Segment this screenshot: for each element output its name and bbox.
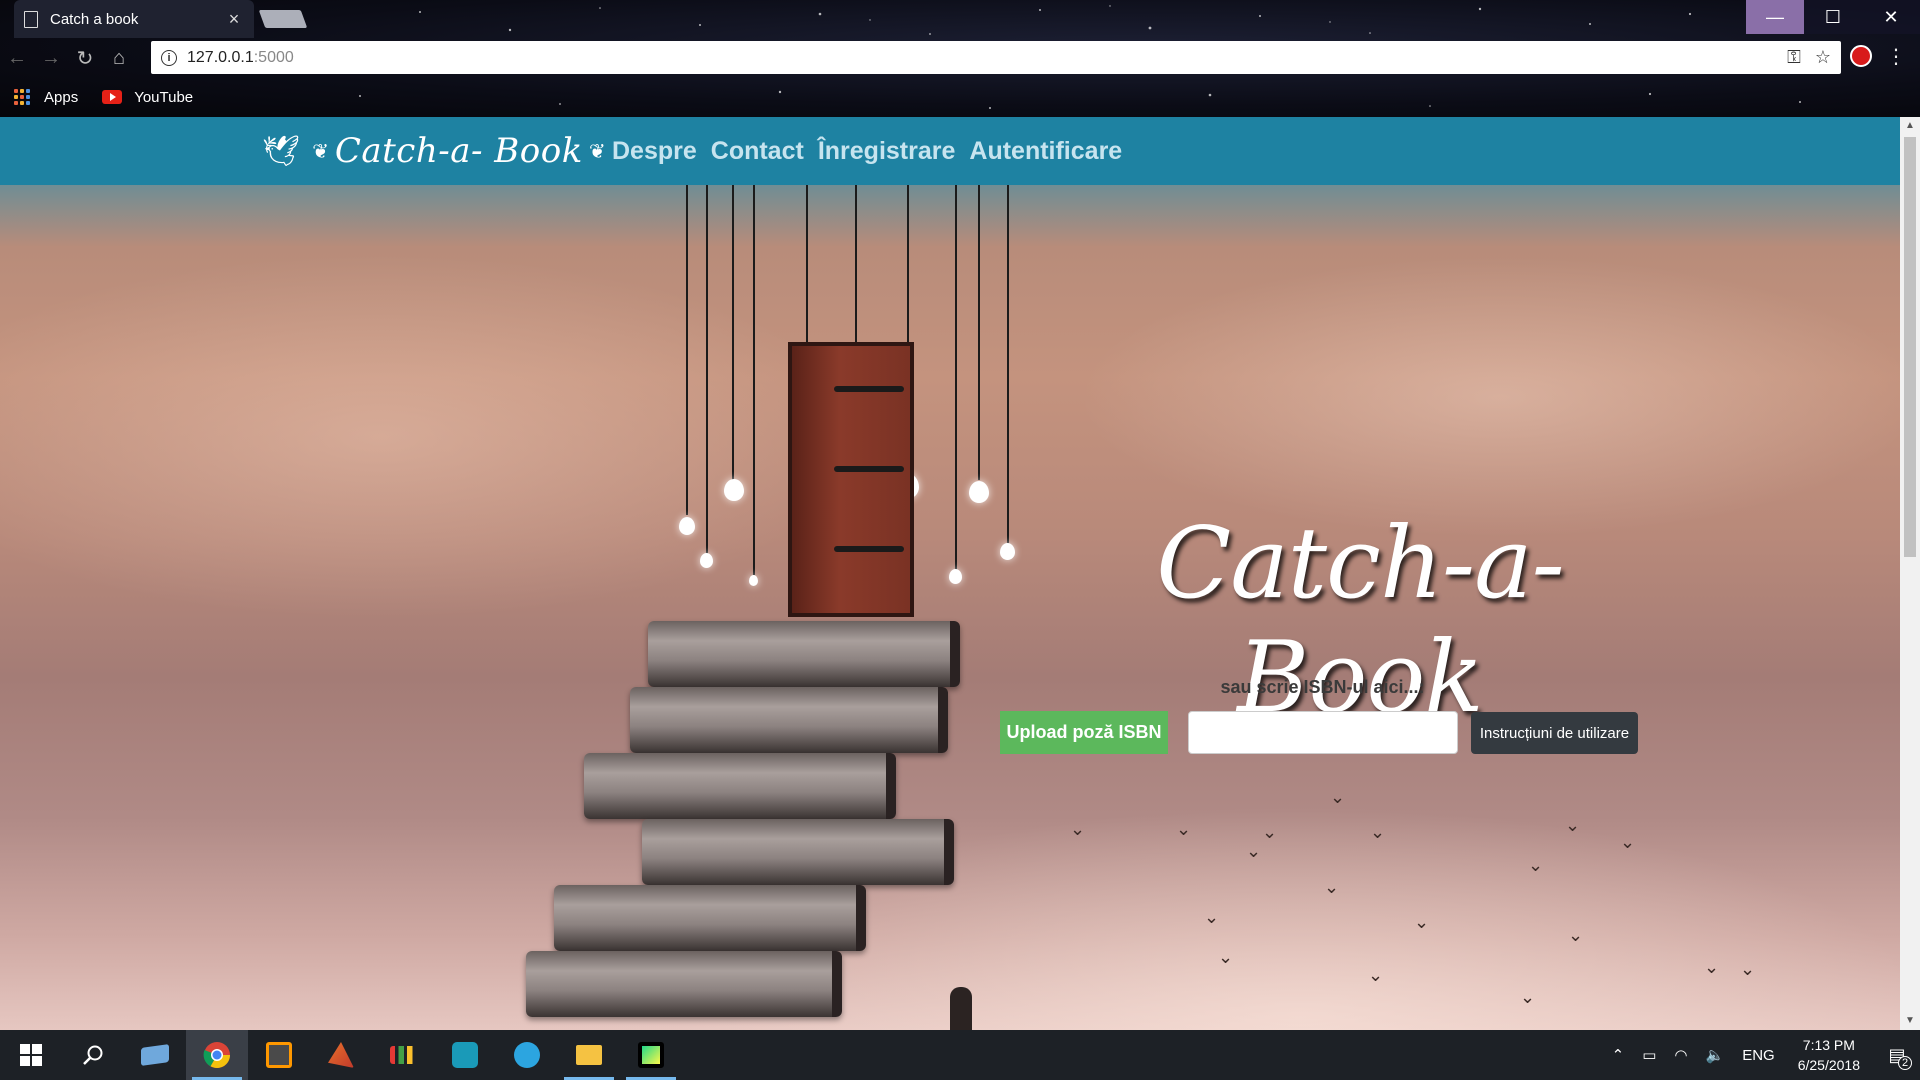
bookmark-label: YouTube [134, 88, 194, 106]
page-icon [24, 10, 38, 28]
windows-taskbar: ⌃ ▭ ◠ 🔈 ENG 7:13 PM 6/25/2018 ▤ 2 [0, 1030, 1920, 1080]
url-port: :5000 [253, 48, 294, 66]
isbn-input[interactable] [1188, 711, 1458, 754]
taskbar-instagram[interactable] [434, 1030, 496, 1080]
door-illustration [788, 342, 914, 617]
hero-background: ⌄ ⌄ ⌄ ⌄ ⌄ ⌄ ⌄ ⌄ ⌄ ⌄ ⌄ ⌄ ⌄ ⌄ ⌄ ⌄ ⌄ ⌄ 🕊 ❦ … [0, 117, 1900, 1030]
taskbar-pycharm[interactable] [620, 1030, 682, 1080]
logo-text: Catch-a- Book [334, 131, 583, 171]
bookmark-apps[interactable]: Apps [14, 89, 78, 106]
browser-menu-icon[interactable]: ⋮ [1886, 44, 1906, 69]
scroll-down-arrow-icon[interactable]: ▼ [1900, 1012, 1920, 1030]
show-hidden-icons-chevron-icon[interactable]: ⌃ [1612, 1046, 1625, 1064]
home-icon[interactable]: ⌂ [102, 41, 136, 75]
main-nav: Despre Contact Înregistrare Autentificar… [612, 117, 1122, 185]
tab-close-icon[interactable]: × [224, 9, 244, 30]
volume-icon[interactable]: 🔈 [1706, 1046, 1725, 1064]
browser-chrome: Catch a book × — ☐ ✕ ← → ↻ ⌂ i 127.0.0.1… [0, 0, 1920, 117]
search-button[interactable] [62, 1030, 124, 1080]
bookmark-youtube[interactable]: YouTube [102, 89, 193, 106]
bar-chart-icon [390, 1046, 416, 1064]
site-navbar: 🕊 ❦ Catch-a- Book ❦ Despre Contact Înreg… [0, 117, 1900, 185]
swirl-ornament-icon: ❦ [312, 140, 329, 163]
bookmark-label: Apps [44, 88, 79, 106]
telegram-icon [514, 1042, 540, 1068]
nav-link-inregistrare[interactable]: Înregistrare [818, 137, 956, 166]
folder-icon [576, 1045, 602, 1065]
youtube-icon [102, 90, 123, 104]
new-tab-button[interactable] [258, 10, 308, 28]
search-icon [83, 1045, 103, 1065]
notification-count-badge: 2 [1898, 1056, 1912, 1070]
upload-isbn-photo-button[interactable]: Upload poză ISBN [1000, 711, 1168, 754]
close-window-button[interactable]: ✕ [1862, 0, 1920, 34]
clock-time: 7:13 PM [1802, 1037, 1855, 1053]
site-info-icon[interactable]: i [161, 49, 177, 66]
start-button[interactable] [0, 1030, 62, 1080]
site-logo[interactable]: 🕊 ❦ Catch-a- Book ❦ [262, 123, 612, 179]
swirl-ornament-icon: ❦ [588, 140, 606, 163]
isbn-hint-label: sau scrie ISBN-ul aici...: [1220, 677, 1425, 697]
window-controls: — ☐ ✕ [1746, 0, 1920, 34]
battery-icon[interactable]: ▭ [1642, 1046, 1656, 1064]
clock[interactable]: 7:13 PM 6/25/2018 [1798, 1035, 1860, 1075]
bird-logo-icon: 🕊 [262, 134, 301, 168]
scroll-up-arrow-icon[interactable]: ▲ [1900, 117, 1920, 135]
maximize-button[interactable]: ☐ [1804, 0, 1862, 34]
task-view-icon [141, 1044, 169, 1066]
page-scrollbar[interactable]: ▲ ▼ [1900, 117, 1920, 1030]
browser-toolbar: ← → ↻ ⌂ i 127.0.0.1 :5000 ⚿ ☆ ⋮ [0, 40, 1920, 76]
instagram-icon [452, 1042, 478, 1068]
action-center-button[interactable]: ▤ 2 [1874, 1030, 1920, 1080]
url-host: 127.0.0.1 [187, 48, 254, 66]
wifi-icon[interactable]: ◠ [1674, 1046, 1687, 1064]
address-bar[interactable]: i 127.0.0.1 :5000 ⚿ ☆ [151, 41, 1841, 74]
person-silhouette [950, 987, 972, 1030]
extension-icon[interactable] [1850, 45, 1872, 67]
forward-arrow-icon[interactable]: → [34, 41, 68, 75]
windows-logo-icon [20, 1044, 42, 1066]
matlab-icon [328, 1042, 354, 1068]
nav-link-autentificare[interactable]: Autentificare [969, 137, 1122, 166]
bookmarks-bar: Apps YouTube [0, 84, 203, 110]
taskbar-file-explorer[interactable] [558, 1030, 620, 1080]
bookmark-star-icon[interactable]: ☆ [1815, 47, 1831, 68]
taskbar-sublime-text[interactable] [248, 1030, 310, 1080]
hero-title: Catch-a-Book [1156, 507, 1564, 735]
back-arrow-icon[interactable]: ← [0, 41, 34, 75]
tab-title: Catch a book [50, 10, 139, 28]
reload-icon[interactable]: ↻ [68, 41, 102, 75]
page-viewport: ⌄ ⌄ ⌄ ⌄ ⌄ ⌄ ⌄ ⌄ ⌄ ⌄ ⌄ ⌄ ⌄ ⌄ ⌄ ⌄ ⌄ ⌄ 🕊 ❦ … [0, 117, 1900, 1030]
taskbar-chart-app[interactable] [372, 1030, 434, 1080]
taskbar-chrome[interactable] [186, 1030, 248, 1080]
nav-link-contact[interactable]: Contact [711, 137, 804, 166]
key-icon[interactable]: ⚿ [1787, 47, 1801, 68]
scrollbar-thumb[interactable] [1904, 137, 1916, 557]
sublime-text-icon [266, 1042, 292, 1068]
browser-tab[interactable]: Catch a book × [14, 0, 254, 38]
taskbar-telegram[interactable] [496, 1030, 558, 1080]
minimize-button[interactable]: — [1746, 0, 1804, 34]
taskbar-matlab[interactable] [310, 1030, 372, 1080]
nav-link-despre[interactable]: Despre [612, 137, 697, 166]
chrome-icon [203, 1042, 231, 1069]
clock-date: 6/25/2018 [1797, 1057, 1860, 1073]
system-tray: ⌃ ▭ ◠ 🔈 ENG 7:13 PM 6/25/2018 ▤ 2 [1603, 1030, 1920, 1080]
apps-grid-icon [14, 89, 30, 105]
task-view-button[interactable] [124, 1030, 186, 1080]
usage-instructions-button[interactable]: Instrucțiuni de utilizare [1471, 712, 1638, 754]
language-indicator[interactable]: ENG [1742, 1047, 1775, 1064]
pycharm-icon [638, 1042, 664, 1068]
